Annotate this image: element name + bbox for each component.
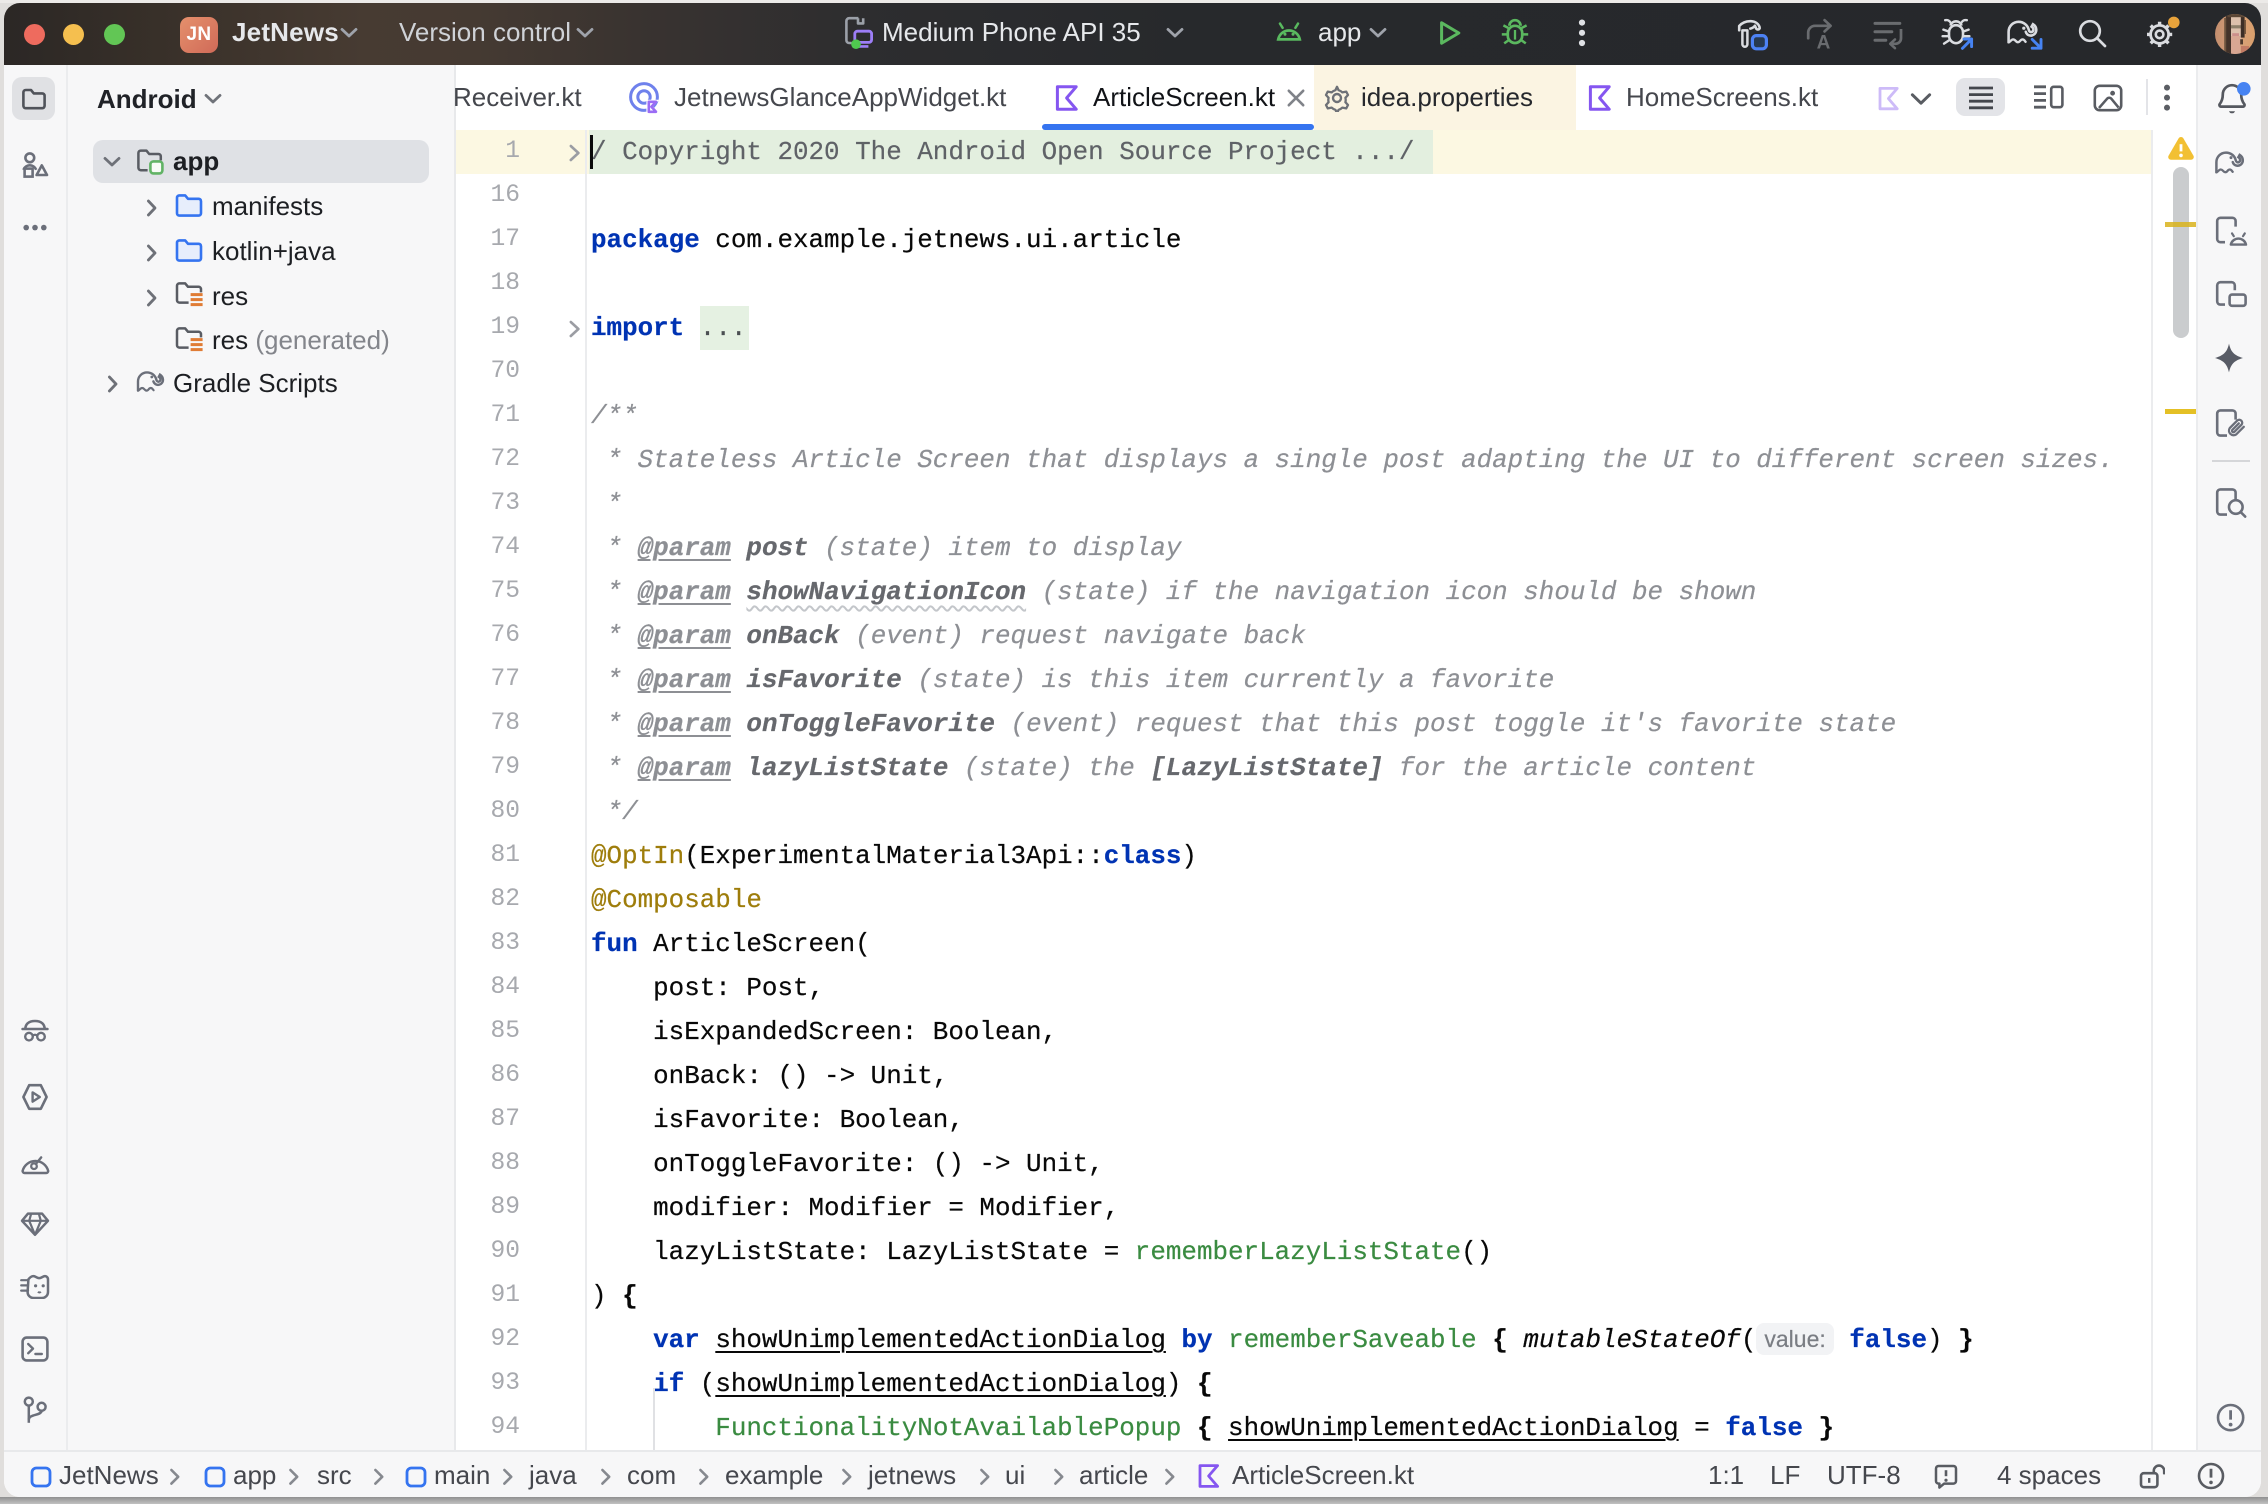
svg-text:A: A: [1817, 33, 1831, 51]
